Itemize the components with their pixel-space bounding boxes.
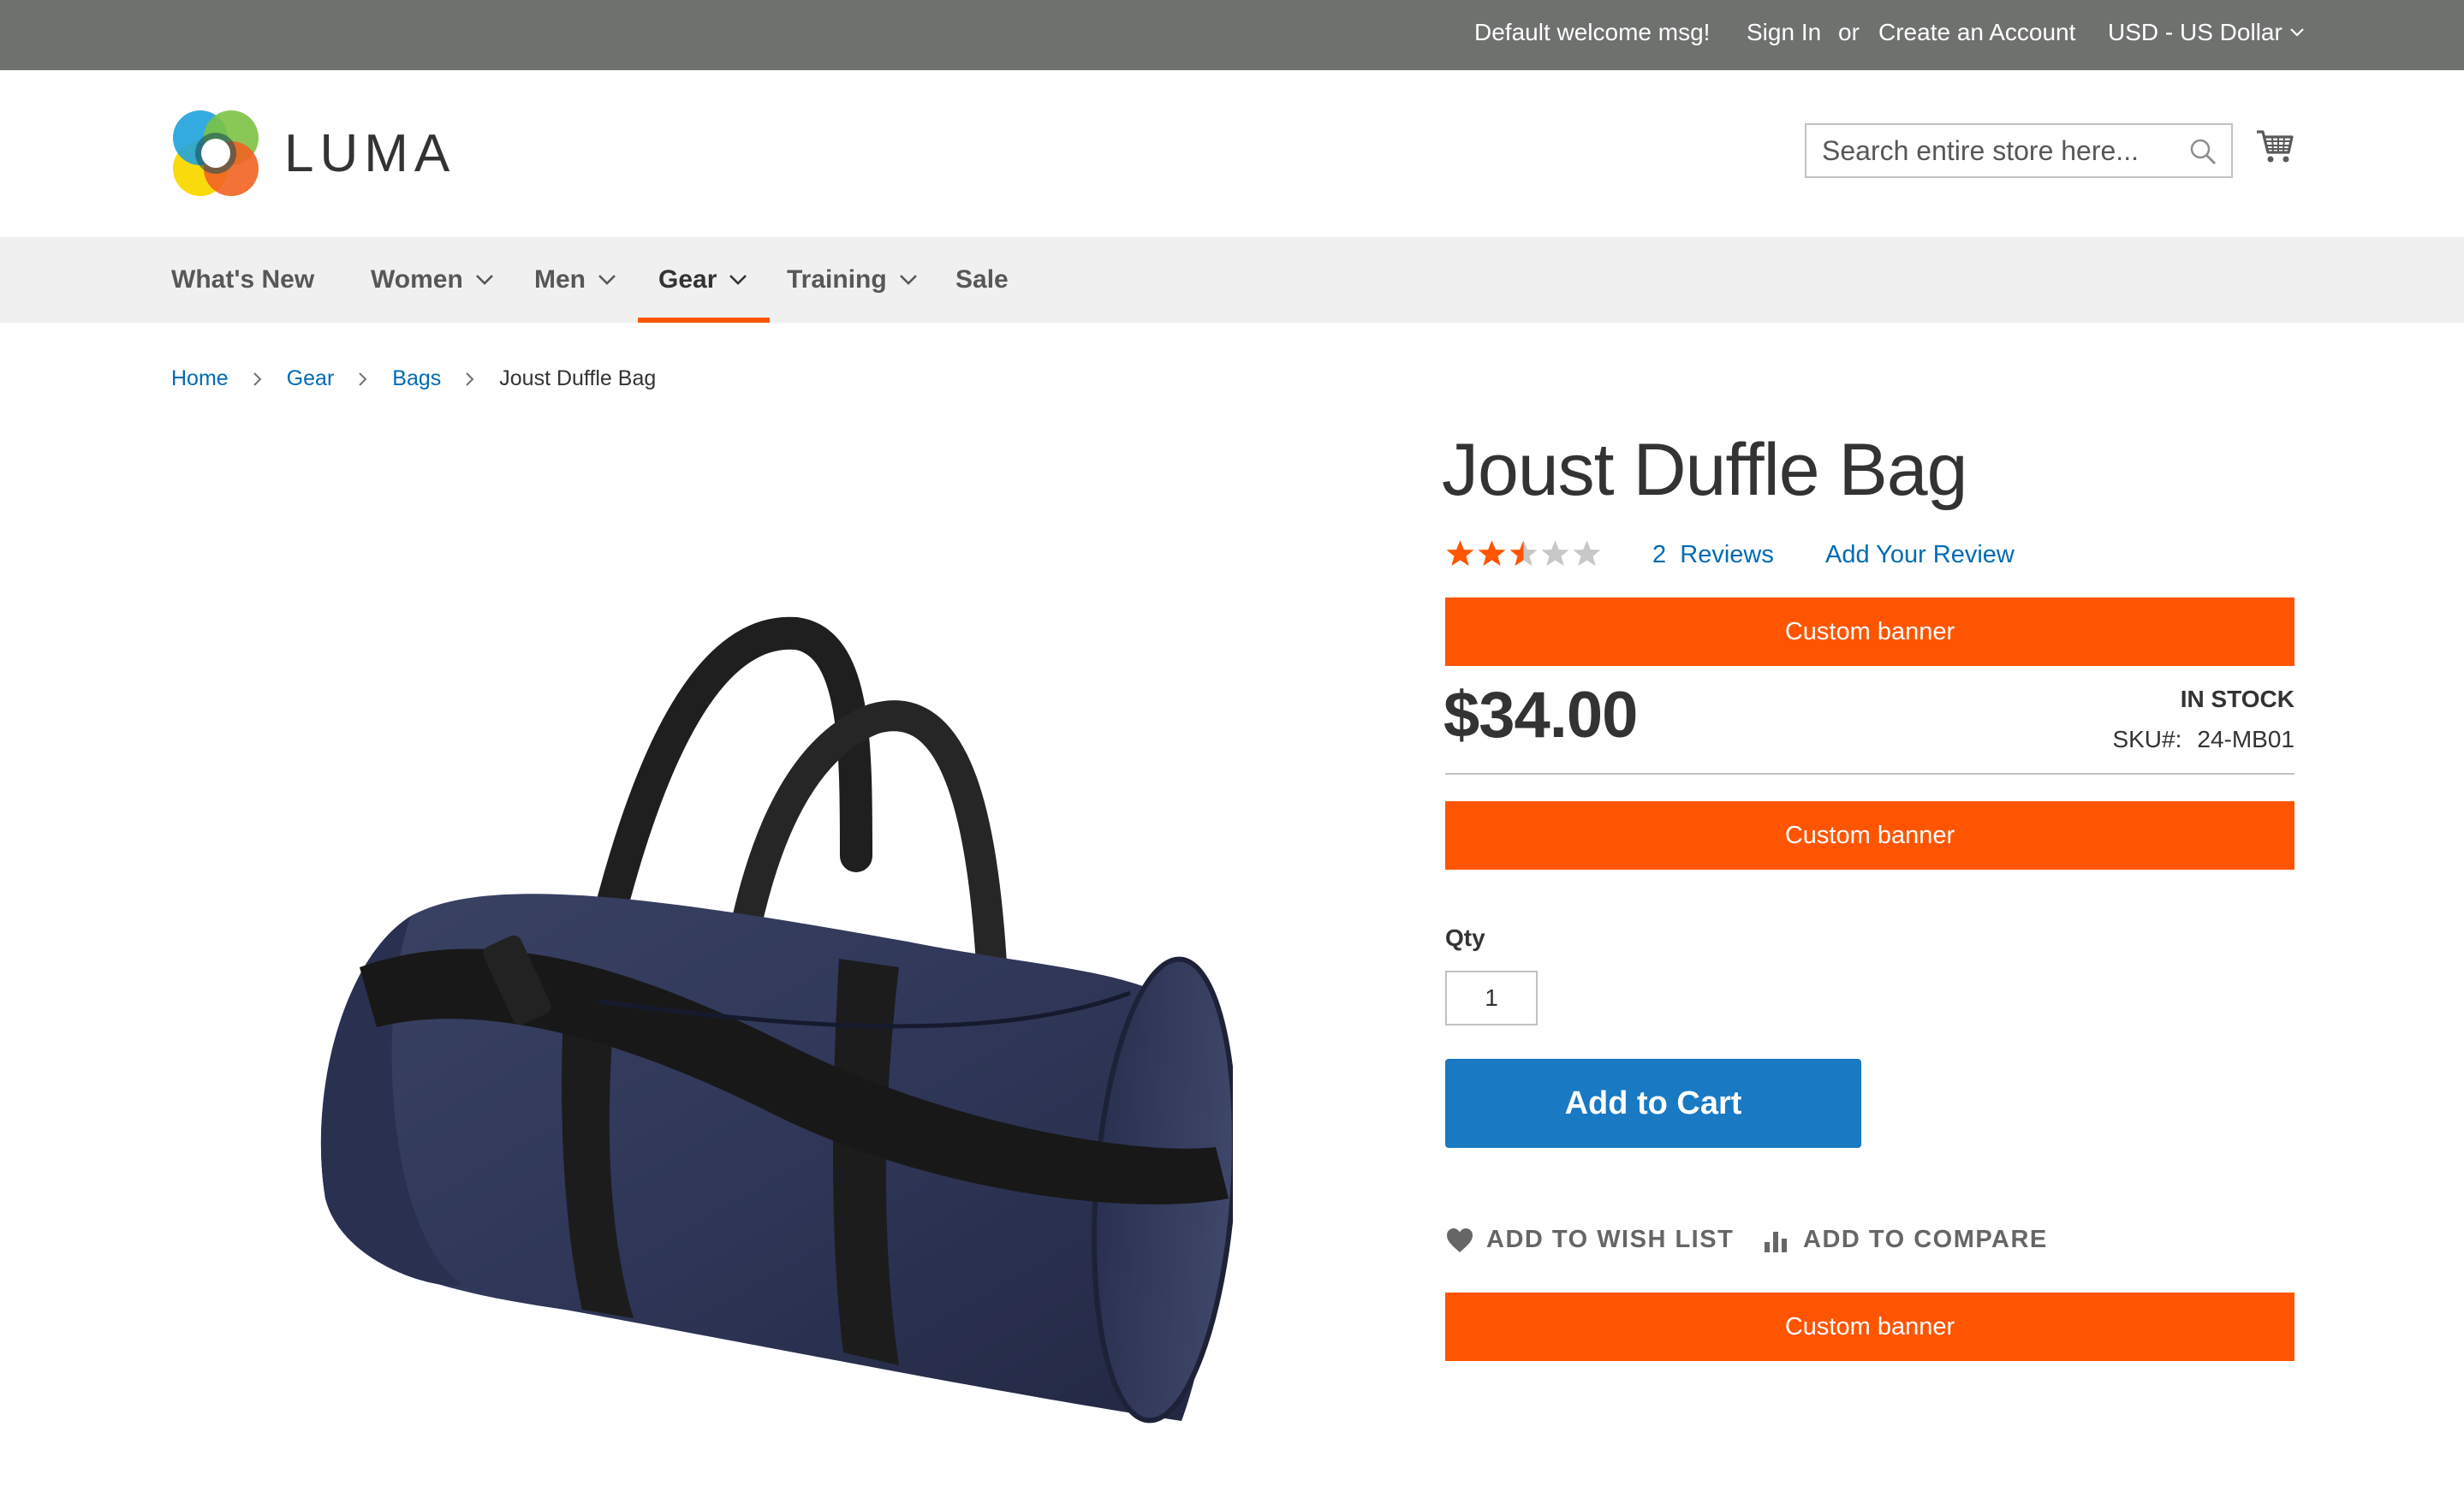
qty-input[interactable] xyxy=(1445,971,1538,1025)
wishlist-label: Add to Wish List xyxy=(1486,1226,1735,1253)
custom-banner: Custom banner xyxy=(1445,597,2294,666)
sign-in-link[interactable]: Sign In xyxy=(1747,19,1821,46)
nav-item-label: Men xyxy=(534,265,586,294)
nav-item-label: What's New xyxy=(171,265,315,294)
sku-label: SKU#: xyxy=(2112,726,2182,752)
shopping-cart-icon[interactable] xyxy=(2255,127,2294,166)
reviews-label: Reviews xyxy=(1680,541,1774,568)
top-panel: Default welcome msg! Sign In or Create a… xyxy=(0,0,2464,70)
product-title: Joust Duffle Bag xyxy=(1442,429,1967,511)
stock-status: In stock xyxy=(2180,686,2294,712)
sku-value: 24-MB01 xyxy=(2197,726,2294,752)
nav-item-label: Women xyxy=(371,265,463,294)
luma-logo-icon xyxy=(171,109,260,198)
star-half-icon xyxy=(1509,540,1538,567)
chevron-down-icon xyxy=(475,275,493,285)
nav-item-label: Sale xyxy=(955,265,1009,294)
qty-label: Qty xyxy=(1445,924,1485,951)
breadcrumb-home[interactable]: Home xyxy=(171,366,229,391)
chevron-down-icon xyxy=(598,275,616,285)
add-review-link[interactable]: Add Your Review xyxy=(1825,541,2015,569)
breadcrumb-current: Joust Duffle Bag xyxy=(499,366,657,390)
nav-item-sale[interactable]: Sale xyxy=(955,237,1009,323)
main-navigation: What's New Women Men Gear Training Sale xyxy=(0,237,2464,323)
add-to-cart-button[interactable]: Add to Cart xyxy=(1445,1059,1861,1148)
star-icon xyxy=(1478,540,1506,567)
custom-banner: Custom banner xyxy=(1445,1293,2294,1361)
add-to-wishlist-link[interactable]: Add to Wish List xyxy=(1445,1226,1734,1254)
search-input[interactable] xyxy=(1806,125,2166,176)
currency-switcher[interactable]: USD - US Dollar xyxy=(2108,19,2305,46)
reviews-count: 2 xyxy=(1652,541,1667,568)
compare-label: Add to Compare xyxy=(1803,1226,2048,1253)
compare-chart-icon xyxy=(1765,1231,1787,1252)
or-separator: or xyxy=(1838,19,1860,45)
product-price: $34.00 xyxy=(1443,679,1638,752)
logo-text: LUMA xyxy=(284,123,456,183)
search-form xyxy=(1805,123,2233,178)
nav-item-training[interactable]: Training xyxy=(787,237,918,323)
chevron-down-icon xyxy=(899,275,917,285)
nav-item-women[interactable]: Women xyxy=(371,237,494,323)
custom-banner: Custom banner xyxy=(1445,801,2294,870)
reviews-link[interactable]: 2 Reviews xyxy=(1652,541,1774,569)
chevron-right-icon xyxy=(253,372,262,386)
breadcrumb: Home Gear Bags Joust Duffle Bag xyxy=(171,366,656,391)
product-sku: SKU#: 24-MB01 xyxy=(2112,726,2294,753)
chevron-right-icon xyxy=(466,372,474,386)
rating-stars xyxy=(1445,538,1602,568)
site-header: LUMA xyxy=(0,70,2464,237)
star-icon xyxy=(1446,540,1474,567)
chevron-right-icon xyxy=(359,372,367,386)
chevron-down-icon xyxy=(729,275,747,285)
store-logo[interactable]: LUMA xyxy=(171,109,455,198)
nav-item-label: Training xyxy=(787,265,887,294)
welcome-message: Default welcome msg! xyxy=(1474,19,1711,45)
breadcrumb-bags[interactable]: Bags xyxy=(392,366,441,391)
nav-item-label: Gear xyxy=(658,265,717,294)
create-account-link[interactable]: Create an Account xyxy=(1878,19,2075,46)
chevron-down-icon xyxy=(2290,28,2304,37)
breadcrumb-gear[interactable]: Gear xyxy=(287,366,335,391)
star-empty-icon xyxy=(1541,540,1569,567)
divider xyxy=(1445,773,2294,775)
currency-label: USD - US Dollar xyxy=(2108,19,2282,45)
nav-item-gear[interactable]: Gear xyxy=(637,237,771,323)
heart-icon xyxy=(1447,1227,1473,1252)
add-to-compare-link[interactable]: Add to Compare xyxy=(1762,1226,2048,1254)
star-empty-icon xyxy=(1573,540,1601,567)
nav-item-men[interactable]: Men xyxy=(534,237,616,323)
nav-item-whats-new[interactable]: What's New xyxy=(171,237,314,323)
search-icon[interactable] xyxy=(2188,137,2217,166)
product-image[interactable] xyxy=(308,599,1233,1447)
